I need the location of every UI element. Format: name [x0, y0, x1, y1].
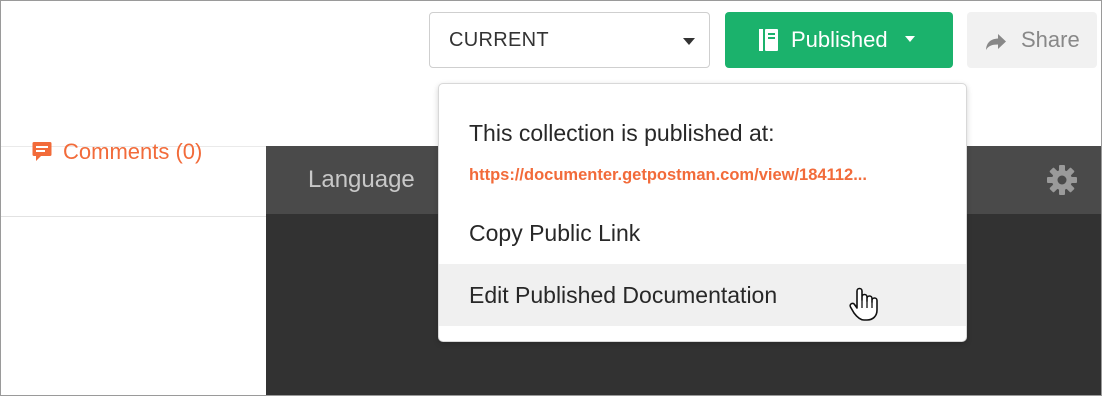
language-selector[interactable]: Language [308, 166, 415, 194]
edit-published-documentation-item[interactable]: Edit Published Documentation [439, 264, 966, 326]
hand-cursor-icon [848, 286, 880, 322]
chevron-down-icon [683, 38, 695, 45]
published-url-link[interactable]: https://documenter.getpostman.com/view/1… [469, 166, 867, 185]
documentation-sidebar [0, 146, 266, 396]
published-button-label: Published [791, 27, 888, 52]
version-select-value: CURRENT [449, 28, 549, 51]
copy-public-link-item[interactable]: Copy Public Link [439, 202, 966, 264]
version-select[interactable]: CURRENT [429, 12, 710, 68]
publish-dropdown-menu: This collection is published at: https:/… [438, 83, 967, 342]
gear-icon[interactable] [1046, 164, 1078, 196]
comments-label: Comments (0) [63, 139, 203, 164]
published-at-heading: This collection is published at: [469, 120, 775, 146]
share-arrow-icon [985, 31, 1007, 50]
published-button[interactable]: Published [725, 12, 953, 68]
share-button[interactable]: Share [967, 12, 1097, 68]
comments-link[interactable]: Comments (0) [32, 139, 202, 165]
caret-down-icon [905, 36, 915, 42]
comment-icon [32, 141, 52, 163]
divider [0, 216, 266, 217]
book-icon [759, 29, 778, 51]
share-button-label: Share [1021, 27, 1080, 52]
